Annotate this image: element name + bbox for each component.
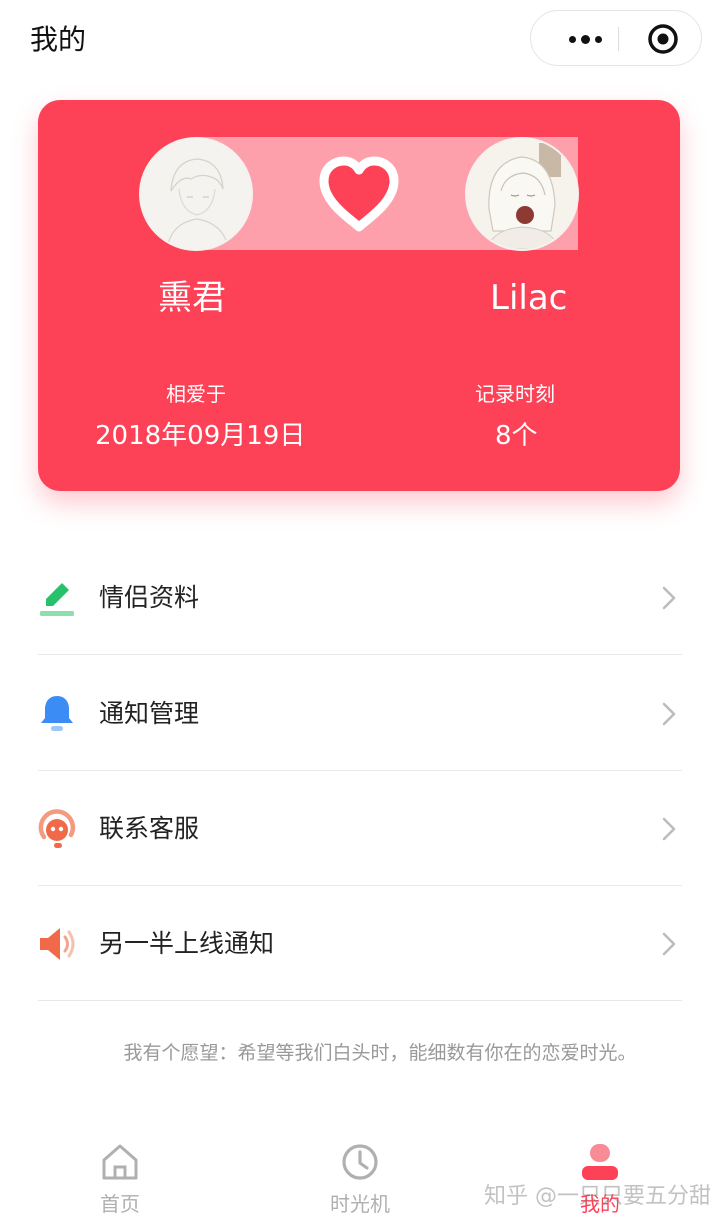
edit-icon xyxy=(40,583,74,616)
user-icon xyxy=(582,1144,618,1180)
target-icon[interactable] xyxy=(647,23,679,55)
home-icon xyxy=(102,1144,138,1180)
heart-icon xyxy=(319,156,399,232)
chevron-right-icon xyxy=(662,817,676,841)
capsule-divider xyxy=(618,27,619,51)
page-title: 我的 xyxy=(30,23,87,56)
bell-icon xyxy=(41,696,73,731)
avatar-left[interactable] xyxy=(139,137,253,251)
chevron-right-icon xyxy=(662,932,676,956)
avatar-left-image xyxy=(141,139,251,249)
records-label: 记录时刻 xyxy=(475,382,555,406)
mini-program-capsule xyxy=(530,10,702,66)
tab-label: 首页 xyxy=(100,1192,140,1216)
divider xyxy=(38,1000,682,1001)
since-label: 相爱于 xyxy=(166,382,226,406)
speaker-icon xyxy=(40,928,75,960)
divider xyxy=(38,654,682,655)
customer-service-icon xyxy=(38,809,76,848)
chevron-right-icon xyxy=(662,702,676,726)
partner-left-name: 熏君 xyxy=(158,278,226,318)
since-date: 2018年09月19日 xyxy=(95,421,306,451)
menu-label: 情侣资料 xyxy=(99,583,200,612)
menu-item-couple-profile[interactable]: 情侣资料 xyxy=(38,540,682,655)
tab-time-machine[interactable]: 时光机 xyxy=(300,1142,420,1218)
chevron-right-icon xyxy=(662,586,676,610)
watermark: 知乎 @一只只要五分甜 xyxy=(484,1184,711,1209)
avatar-right-image xyxy=(467,139,577,249)
partner-right-name: Lilac xyxy=(490,278,568,318)
avatar-right[interactable] xyxy=(465,137,579,251)
wish-text: 我有个愿望：希望等我们白头时，能细数有你在的恋爱时光。 xyxy=(123,1042,637,1064)
tab-label: 时光机 xyxy=(330,1192,390,1216)
menu-label: 联系客服 xyxy=(99,814,200,843)
tab-home[interactable]: 首页 xyxy=(60,1142,180,1218)
menu-item-customer-service[interactable]: 联系客服 xyxy=(38,771,682,886)
menu-item-partner-online-alert[interactable]: 另一半上线通知 xyxy=(38,886,682,1001)
couple-card: 熏君 Lilac 相爱于 2018年09月19日 记录时刻 8个 xyxy=(38,100,680,491)
clock-icon xyxy=(342,1144,378,1180)
menu-label: 另一半上线通知 xyxy=(99,929,275,958)
records-count[interactable]: 8个 xyxy=(495,418,538,454)
menu-label: 通知管理 xyxy=(99,699,200,728)
menu-item-notification-settings[interactable]: 通知管理 xyxy=(38,656,682,771)
more-dots-icon[interactable] xyxy=(555,11,615,67)
